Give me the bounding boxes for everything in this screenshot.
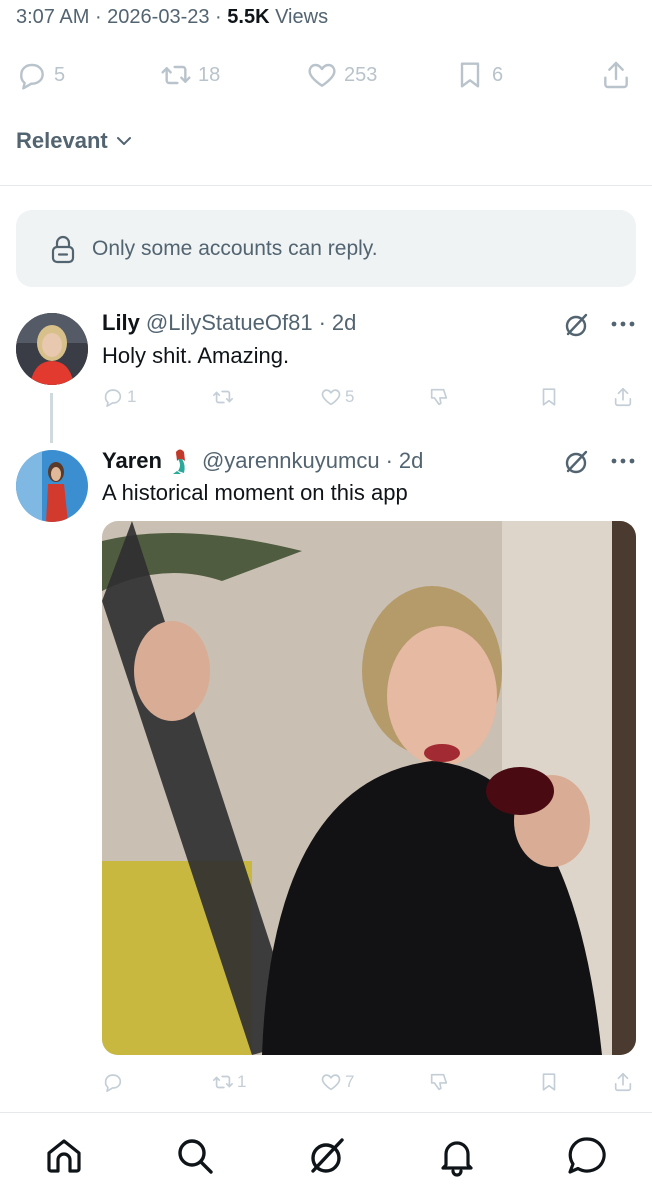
author-name[interactable]: Yaren [102, 448, 162, 474]
lock-icon [51, 235, 75, 263]
avatar-image [16, 450, 88, 522]
reply-text: Holy shit. Amazing. [102, 343, 290, 368]
reply-button[interactable]: 1 [102, 386, 136, 408]
tweet-time: 3:07 AM [16, 6, 90, 28]
reply-icon [20, 63, 44, 90]
reply-age: 2d [331, 310, 357, 335]
nav-home[interactable] [43, 1135, 85, 1177]
thread-connector-line [50, 393, 53, 443]
heart-icon [321, 1074, 341, 1091]
like-button[interactable]: 5 [320, 386, 354, 408]
bookmark-button[interactable] [538, 1071, 560, 1093]
share-icon [614, 1072, 632, 1092]
reply-count: 5 [54, 63, 66, 86]
reply-age: 2d [398, 448, 424, 473]
messages-icon [568, 1137, 606, 1174]
reply-stat-button[interactable]: 5 [16, 56, 65, 94]
reply-icon [104, 1074, 122, 1092]
share-icon [604, 61, 628, 89]
bookmark-icon [542, 388, 556, 406]
mermaid-emoji-icon [172, 449, 185, 474]
reply-restriction-text: Only some accounts can reply. [92, 236, 378, 260]
tweet-meta: 3:07 AM · 2026-03-23 · 5.5K Views [16, 6, 328, 29]
repost-icon [213, 390, 233, 404]
repost-stat-button[interactable]: 18 [160, 56, 220, 94]
meta-separator: · [215, 6, 228, 28]
reply-button[interactable] [102, 1071, 127, 1093]
section-divider [0, 185, 652, 186]
photo-image [102, 521, 636, 1055]
bookmark-icon [460, 62, 480, 88]
bookmark-icon [542, 1073, 556, 1091]
nav-grok[interactable] [305, 1135, 347, 1177]
repost-button[interactable] [212, 386, 237, 408]
thumbs-down-icon [430, 1073, 448, 1091]
reply-text: A historical moment on this app [102, 480, 408, 505]
nav-search[interactable] [174, 1135, 216, 1177]
share-button[interactable] [612, 386, 634, 408]
home-icon [47, 1139, 81, 1173]
like-stat-button[interactable]: 253 [306, 56, 377, 94]
dislike-button[interactable] [428, 386, 450, 408]
thumbs-down-icon [430, 388, 448, 406]
like-button[interactable]: 7 [320, 1071, 354, 1093]
author-handle[interactable]: @yarennkuyumcu [202, 448, 380, 474]
author-name[interactable]: Lily [102, 310, 140, 336]
dislike-button[interactable] [428, 1071, 450, 1093]
share-button[interactable] [612, 1071, 634, 1093]
search-icon [178, 1139, 213, 1174]
heart-icon [308, 63, 336, 87]
grok-icon[interactable] [562, 448, 590, 476]
dot-separator: · [318, 310, 326, 335]
repost-button[interactable]: 1 [212, 1071, 246, 1093]
bookmark-count: 6 [492, 63, 504, 86]
like-count: 253 [344, 63, 378, 86]
like-count: 7 [345, 1072, 355, 1091]
more-dots-icon[interactable] [610, 457, 636, 465]
avatar[interactable] [16, 313, 88, 385]
chevron-down-icon [116, 137, 131, 145]
repost-icon [213, 1075, 233, 1089]
grok-icon[interactable] [562, 311, 590, 339]
tweet-stats-bar: 5 18 253 6 [0, 56, 652, 94]
sort-dropdown[interactable]: Relevant [16, 128, 134, 154]
like-count: 5 [345, 387, 355, 406]
grok-icon [311, 1138, 344, 1173]
bookmark-stat-button[interactable]: 6 [454, 56, 503, 94]
dot-separator: · [385, 448, 393, 473]
share-icon [614, 387, 632, 407]
nav-notifications[interactable] [436, 1135, 478, 1177]
reply-restriction-notice: Only some accounts can reply. [16, 210, 636, 287]
reply-header: Yaren @yarennkuyumcu · 2d [102, 447, 423, 475]
repost-count: 1 [237, 1072, 247, 1091]
author-handle[interactable]: @LilyStatueOf81 [146, 310, 313, 336]
nav-messages[interactable] [566, 1135, 608, 1177]
avatar[interactable] [16, 450, 88, 522]
tweet-date: 2026-03-23 [107, 6, 210, 28]
more-dots-icon[interactable] [610, 320, 636, 328]
avatar-image [16, 313, 88, 385]
reply-actions-bar: 1 5 [102, 386, 642, 412]
reply-actions-bar: 1 7 [102, 1071, 642, 1097]
bottom-nav [0, 1113, 652, 1200]
repost-count: 18 [198, 63, 221, 86]
reply-header: Lily @LilyStatueOf81 · 2d [102, 310, 356, 336]
views-count: 5.5K [227, 6, 270, 28]
reply-count: 1 [127, 387, 137, 406]
views-label: Views [275, 6, 329, 28]
meta-separator: · [94, 6, 108, 28]
bookmark-button[interactable] [538, 386, 560, 408]
heart-icon [321, 389, 341, 406]
reply-icon [104, 389, 122, 407]
notifications-icon [441, 1141, 473, 1177]
reply-media-photo[interactable] [102, 521, 636, 1055]
sort-label: Relevant [16, 128, 108, 153]
share-button[interactable] [600, 56, 632, 94]
repost-icon [161, 65, 191, 85]
